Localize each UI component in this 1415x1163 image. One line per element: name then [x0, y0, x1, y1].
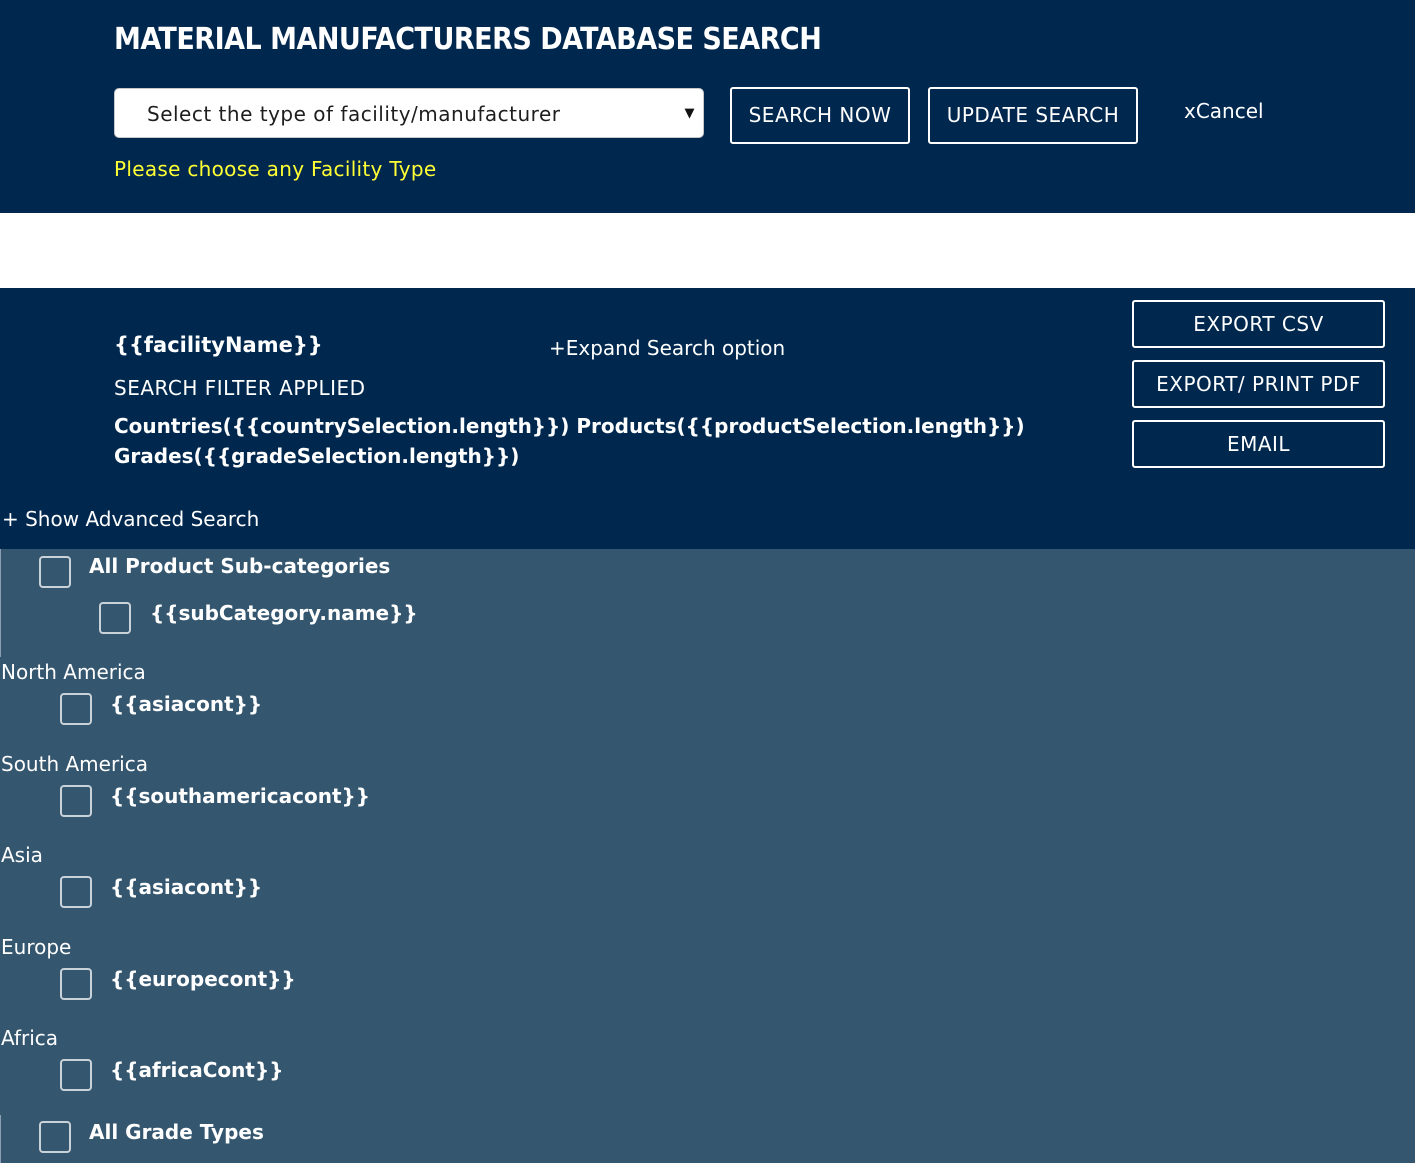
- facility-type-select-value: Select the type of facility/manufacturer: [147, 102, 561, 126]
- region-south-america: South America: [1, 752, 148, 776]
- subcategory-checkbox[interactable]: [99, 602, 131, 634]
- email-button[interactable]: EMAIL: [1132, 420, 1385, 468]
- tree-line: [0, 1115, 1, 1163]
- show-advanced-search-link[interactable]: + Show Advanced Search: [2, 507, 259, 531]
- region-north-america: North America: [1, 660, 146, 684]
- expand-search-link[interactable]: +Expand Search option: [549, 336, 785, 360]
- europe-checkbox[interactable]: [60, 968, 92, 1000]
- facility-type-warning: Please choose any Facility Type: [114, 157, 437, 181]
- export-pdf-button[interactable]: EXPORT/ PRINT PDF: [1132, 360, 1385, 408]
- north-america-option-label: {{asiacont}}: [110, 692, 263, 716]
- africa-checkbox[interactable]: [60, 1059, 92, 1091]
- all-subcategories-checkbox[interactable]: [39, 556, 71, 588]
- filter-summary-line: Grades({{gradeSelection.length}}): [114, 444, 520, 468]
- south-america-checkbox[interactable]: [60, 785, 92, 817]
- africa-option-label: {{africaCont}}: [110, 1058, 284, 1082]
- facility-name: {{facilityName}}: [114, 333, 323, 357]
- all-subcategories-label: All Product Sub-categories: [89, 554, 391, 578]
- update-search-button[interactable]: UPDATE SEARCH: [928, 87, 1138, 144]
- europe-option-label: {{europecont}}: [110, 967, 296, 991]
- all-grade-types-label: All Grade Types: [89, 1120, 264, 1144]
- tree-line: [0, 549, 1, 657]
- region-africa: Africa: [1, 1026, 59, 1050]
- filter-summary: Countries({{countrySelection.length}}) P…: [114, 411, 1025, 471]
- north-america-checkbox[interactable]: [60, 693, 92, 725]
- all-grade-types-checkbox[interactable]: [39, 1121, 71, 1153]
- page-title: MATERIAL MANUFACTURERS DATABASE SEARCH: [114, 22, 822, 57]
- asia-checkbox[interactable]: [60, 876, 92, 908]
- filter-summary-line: Countries({{countrySelection.length}}) P…: [114, 414, 1025, 438]
- south-america-option-label: {{southamericacont}}: [110, 784, 370, 808]
- search-filter-applied-label: SEARCH FILTER APPLIED: [114, 376, 366, 400]
- asia-option-label: {{asiacont}}: [110, 875, 263, 899]
- export-csv-button[interactable]: EXPORT CSV: [1132, 300, 1385, 348]
- chevron-down-icon: ▼: [684, 106, 695, 121]
- facility-type-select[interactable]: Select the type of facility/manufacturer…: [114, 88, 704, 138]
- region-asia: Asia: [1, 843, 43, 867]
- region-europe: Europe: [1, 935, 72, 959]
- cancel-link[interactable]: xCancel: [1184, 99, 1264, 123]
- search-now-button[interactable]: SEARCH NOW: [730, 87, 910, 144]
- subcategory-label: {{subCategory.name}}: [150, 601, 418, 625]
